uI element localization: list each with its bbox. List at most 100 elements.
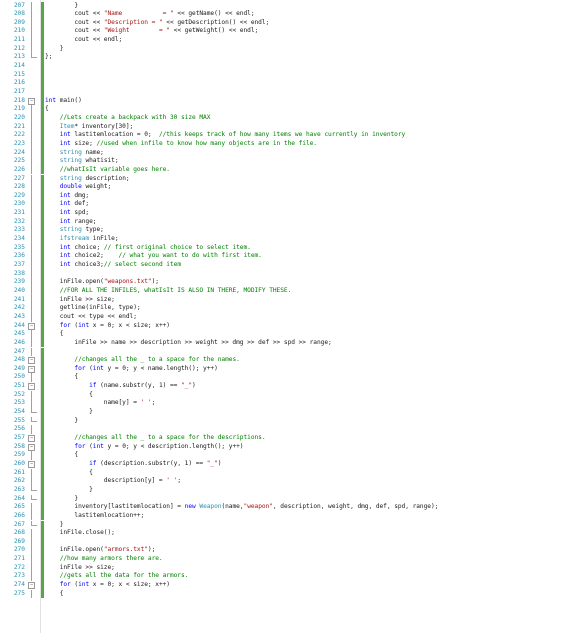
code-line[interactable]: 249− for (int y = 0; y < name.length(); … bbox=[0, 364, 569, 374]
code-text[interactable]: cout << "Weight = " << getWeight() << en… bbox=[45, 27, 258, 36]
code-line[interactable]: 251− if (name.substr(y, 1) == "_") bbox=[0, 382, 569, 391]
code-line[interactable]: 209 cout << "Description = " << getDescr… bbox=[0, 18, 569, 28]
code-line[interactable]: 231 int spd; bbox=[0, 209, 569, 218]
code-line[interactable]: 242 getline(inFile, type); bbox=[0, 304, 569, 313]
code-line[interactable]: 217 bbox=[0, 88, 569, 97]
code-text[interactable]: if (description.substr(y, 1) == "_") bbox=[45, 460, 221, 469]
code-line[interactable]: 273 //gets all the data for the armors. bbox=[0, 572, 569, 582]
code-line[interactable]: 248− //changes all the _ to a space for … bbox=[0, 356, 569, 365]
code-line[interactable]: 240 //FOR ALL THE INFILES, whatIsIt IS A… bbox=[0, 286, 569, 296]
code-line[interactable]: 210 cout << "Weight = " << getWeight() <… bbox=[0, 27, 569, 37]
code-text[interactable]: lastitemlocation++; bbox=[45, 512, 144, 521]
code-text[interactable]: for (int x = 0; x < size; x++) bbox=[45, 322, 170, 331]
code-text[interactable]: { bbox=[45, 105, 49, 114]
code-text[interactable]: //gets all the data for the armors. bbox=[45, 572, 189, 581]
code-text[interactable]: int spd; bbox=[45, 209, 89, 218]
code-text[interactable]: for (int y = 0; y < description.length()… bbox=[45, 443, 243, 452]
code-text[interactable]: string name; bbox=[45, 149, 104, 158]
code-text[interactable]: } bbox=[45, 486, 93, 495]
collapse-toggle-icon[interactable]: − bbox=[27, 581, 39, 590]
code-text[interactable]: int lastitemlocation = 0; //this keeps t… bbox=[45, 131, 406, 140]
code-line[interactable]: 243 cout << type << endl; bbox=[0, 312, 569, 322]
code-line[interactable]: 258− for (int y = 0; y < description.len… bbox=[0, 442, 569, 452]
code-text[interactable]: int choice3;// select second item bbox=[45, 261, 181, 270]
code-line[interactable]: 260− if (description.substr(y, 1) == "_"… bbox=[0, 459, 569, 469]
code-text[interactable]: //changes all the _ to a space for the n… bbox=[45, 356, 239, 365]
code-text[interactable]: inFile >> name >> description >> weight … bbox=[45, 339, 331, 348]
code-text[interactable]: if (name.substr(y, 1) == "_") bbox=[45, 382, 196, 391]
code-line[interactable]: 265 inventory[lastitemlocation] = new We… bbox=[0, 503, 569, 512]
collapse-toggle-icon[interactable]: − bbox=[27, 356, 39, 365]
code-line[interactable]: 262 description[y] = ' '; bbox=[0, 477, 569, 486]
code-line[interactable]: 267 } bbox=[0, 520, 569, 530]
code-text[interactable]: cout << endl; bbox=[45, 36, 122, 45]
code-line[interactable]: 272 inFile >> size; bbox=[0, 563, 569, 573]
code-text[interactable]: for (int y = 0; y < name.length(); y++) bbox=[45, 365, 217, 374]
collapse-toggle-icon[interactable]: − bbox=[27, 322, 39, 331]
code-text[interactable]: { bbox=[45, 451, 78, 460]
code-text[interactable]: } bbox=[45, 417, 78, 426]
code-line[interactable]: 216 bbox=[0, 79, 569, 88]
code-text[interactable]: ifstream inFile; bbox=[45, 235, 119, 244]
code-line[interactable]: 257− //changes all the _ to a space for … bbox=[0, 434, 569, 443]
code-text[interactable]: cout << "Name = " << getName() << endl; bbox=[45, 10, 254, 19]
code-text[interactable]: inFile >> size; bbox=[45, 564, 115, 573]
code-line[interactable]: 235 int choice; // first original choice… bbox=[0, 243, 569, 253]
code-line[interactable]: 230 int def; bbox=[0, 200, 569, 210]
code-text[interactable]: { bbox=[45, 590, 64, 599]
code-line[interactable]: 261 { bbox=[0, 468, 569, 478]
code-line[interactable]: 253 name[y] = ' '; bbox=[0, 399, 569, 409]
code-line[interactable]: 229 int dmg; bbox=[0, 191, 569, 201]
code-line[interactable]: 237 int choice3;// select second item bbox=[0, 261, 569, 270]
code-line[interactable]: 274− for (int x = 0; x < size; x++) bbox=[0, 581, 569, 590]
code-text[interactable]: string type; bbox=[45, 226, 104, 235]
code-text[interactable]: } bbox=[45, 2, 78, 11]
code-text[interactable]: inFile.open("weapons.txt"); bbox=[45, 278, 159, 287]
code-text[interactable]: getline(inFile, type); bbox=[45, 304, 141, 313]
code-text[interactable]: string whatisit; bbox=[45, 157, 119, 166]
code-text[interactable]: int size; //used when infile to know how… bbox=[45, 140, 317, 149]
code-line[interactable]: 256 bbox=[0, 425, 569, 434]
code-line[interactable]: 225 string whatisit; bbox=[0, 157, 569, 166]
code-text[interactable]: cout << type << endl; bbox=[45, 313, 137, 322]
code-line[interactable]: 270 inFile.open("armors.txt"); bbox=[0, 546, 569, 556]
code-text[interactable]: }; bbox=[45, 53, 52, 62]
code-line[interactable]: 222 int lastitemlocation = 0; //this kee… bbox=[0, 131, 569, 140]
code-line[interactable]: 259 { bbox=[0, 451, 569, 460]
code-line[interactable]: 228 double weight; bbox=[0, 183, 569, 192]
code-text[interactable]: { bbox=[45, 373, 78, 382]
code-text[interactable]: { bbox=[45, 330, 64, 339]
code-line[interactable]: 269 bbox=[0, 537, 569, 547]
code-text[interactable]: //changes all the _ to a space for the d… bbox=[45, 434, 265, 443]
code-line[interactable]: 244− for (int x = 0; x < size; x++) bbox=[0, 321, 569, 331]
code-text[interactable]: inventory[lastitemlocation] = new Weapon… bbox=[45, 503, 438, 512]
code-text[interactable]: int choice2; // what you want to do with… bbox=[45, 252, 262, 261]
code-line[interactable]: 238 bbox=[0, 269, 569, 279]
code-line[interactable]: 268 inFile.close(); bbox=[0, 529, 569, 538]
code-line[interactable]: 224 string name; bbox=[0, 148, 569, 158]
code-text[interactable]: description[y] = ' '; bbox=[45, 477, 181, 486]
code-line[interactable]: 223 int size; //used when infile to know… bbox=[0, 139, 569, 149]
code-line[interactable]: 271 //how many armors there are. bbox=[0, 555, 569, 564]
collapse-toggle-icon[interactable]: − bbox=[27, 365, 39, 374]
code-line[interactable]: 264 } bbox=[0, 494, 569, 504]
code-text[interactable]: cout << "Description = " << getDescripti… bbox=[45, 19, 269, 28]
code-line[interactable]: 232 int range; bbox=[0, 217, 569, 227]
collapse-toggle-icon[interactable]: − bbox=[27, 460, 39, 469]
collapse-toggle-icon[interactable]: − bbox=[27, 97, 39, 106]
code-text[interactable]: name[y] = ' '; bbox=[45, 399, 156, 408]
code-line[interactable]: 220 //Lets create a backpack with 30 siz… bbox=[0, 113, 569, 123]
code-text[interactable]: { bbox=[45, 391, 93, 400]
collapse-toggle-icon[interactable]: − bbox=[27, 443, 39, 452]
code-line[interactable]: 227 string description; bbox=[0, 174, 569, 184]
code-line[interactable]: 247 bbox=[0, 347, 569, 357]
code-line[interactable]: 234 ifstream inFile; bbox=[0, 235, 569, 244]
code-text[interactable]: inFile.open("armors.txt"); bbox=[45, 546, 156, 555]
code-text[interactable]: int def; bbox=[45, 200, 89, 209]
code-line[interactable]: 215 bbox=[0, 70, 569, 80]
code-text[interactable]: inFile.close(); bbox=[45, 529, 115, 538]
code-text[interactable]: int range; bbox=[45, 218, 97, 227]
code-line[interactable]: 275 { bbox=[0, 589, 569, 599]
code-line[interactable]: 266 lastitemlocation++; bbox=[0, 511, 569, 521]
code-line[interactable]: 246 inFile >> name >> description >> wei… bbox=[0, 338, 569, 348]
